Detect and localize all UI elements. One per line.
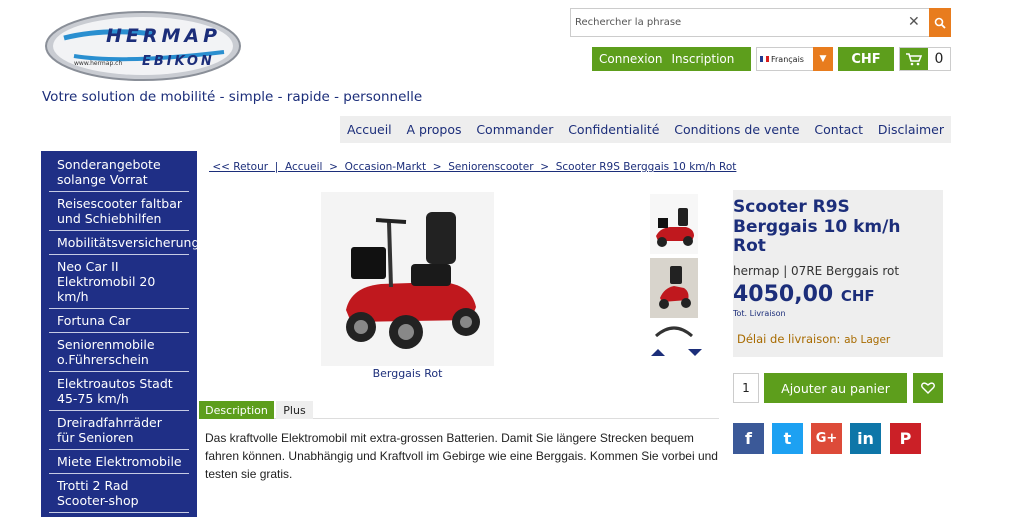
product-brand: hermap — [733, 264, 780, 278]
nav-about[interactable]: A propos — [406, 122, 461, 137]
sidebar-item[interactable]: Elektroautos Stadt 45-75 km/h — [49, 374, 189, 411]
sidebar-item[interactable]: Trotti 2 Rad Scooter-shop — [49, 476, 189, 513]
facebook-icon[interactable]: f — [733, 423, 764, 454]
cart-count: 0 — [934, 51, 944, 67]
product-description: Das kraftvolle Elektromobil mit extra-gr… — [205, 431, 718, 481]
nav-privacy[interactable]: Confidentialité — [568, 122, 659, 137]
search-input[interactable] — [571, 9, 901, 36]
image-caption: Berggais Rot — [372, 367, 443, 380]
add-to-cart-button[interactable]: Ajouter au panier — [764, 373, 907, 403]
twitter-icon[interactable]: t — [772, 423, 803, 454]
svg-text:www.hermap.ch: www.hermap.ch — [74, 60, 122, 67]
language-label: Français — [771, 54, 804, 64]
thumbnail-2[interactable] — [650, 258, 698, 318]
product-sku: 07RE Berggais rot — [791, 264, 900, 278]
chevron-down-icon[interactable]: ▼ — [813, 47, 833, 71]
wishlist-button[interactable] — [913, 373, 943, 403]
heart-icon — [921, 382, 935, 394]
register-link[interactable]: Inscription — [665, 52, 737, 66]
nav-contact[interactable]: Contact — [814, 122, 863, 137]
svg-text:EBIKON: EBIKON — [142, 54, 215, 69]
cart-button[interactable]: 0 — [899, 47, 951, 71]
nav-home[interactable]: Accueil — [347, 122, 392, 137]
search-icon — [934, 17, 946, 29]
thumbnail-3[interactable] — [650, 322, 698, 337]
sidebar-item[interactable]: Reisescooter faltbar und Schiebhilfen — [49, 194, 189, 231]
svg-text:HERMAP: HERMAP — [106, 25, 221, 47]
search-box: ✕ — [570, 8, 951, 37]
main-nav: Accueil A propos Commander Confidentiali… — [340, 116, 951, 143]
thumb-next-icon[interactable] — [688, 349, 702, 356]
clear-icon[interactable]: ✕ — [908, 14, 920, 30]
search-button[interactable] — [929, 8, 951, 37]
auth-bar: Connexion Inscription — [592, 47, 751, 71]
login-link[interactable]: Connexion — [592, 52, 665, 66]
sidebar-item[interactable]: Mobilitätsversicherung — [49, 233, 197, 255]
thumbnail-1[interactable] — [650, 194, 698, 254]
pinterest-icon[interactable]: P — [890, 423, 921, 454]
nav-order[interactable]: Commander — [476, 122, 553, 137]
thumb-prev-icon[interactable] — [651, 349, 665, 356]
product-panel: Scooter R9S Berggais 10 km/h Rot hermap … — [733, 190, 943, 357]
linkedin-icon[interactable]: in — [850, 423, 881, 454]
french-flag-icon — [760, 56, 769, 62]
hermap-logo[interactable]: HERMAP EBIKON www.hermap.ch — [44, 10, 242, 82]
tagline: Votre solution de mobilité - simple - ra… — [42, 89, 423, 105]
tax-note: Tot. Livraison — [733, 309, 786, 318]
sidebar-item[interactable]: Sonderangebote solange Vorrat — [49, 155, 189, 192]
cart-icon — [900, 48, 928, 70]
product-meta: hermap | 07RE Berggais rot — [733, 264, 900, 278]
nav-terms[interactable]: Conditions de vente — [674, 122, 799, 137]
currency-button[interactable]: CHF — [838, 47, 894, 71]
product-tabs: Description Plus — [199, 401, 719, 419]
category-sidebar: Sonderangebote solange Vorrat Reisescoote… — [41, 151, 197, 517]
sidebar-item[interactable]: Fortuna Car — [49, 311, 189, 333]
sidebar-item[interactable]: Neo Car II Elektromobil 20 km/h — [49, 257, 189, 309]
language-select[interactable]: Français ▼ — [756, 47, 833, 71]
product-image[interactable] — [321, 192, 494, 366]
product-price: 4050,00 CHF — [733, 282, 875, 307]
sidebar-item[interactable]: Dreiradfahrräder für Senioren — [49, 413, 189, 450]
product-title: Scooter R9S Berggais 10 km/h Rot — [733, 197, 901, 256]
tab-more[interactable]: Plus — [276, 401, 313, 419]
delivery-time: Délai de livraison: ab Lager — [737, 332, 891, 346]
sidebar-item[interactable]: Seniorenmobile o.Führerschein — [49, 335, 189, 372]
google-plus-icon[interactable]: G+ — [811, 423, 842, 454]
sidebar-item[interactable]: Miete Elektromobile — [49, 452, 189, 474]
nav-disclaimer[interactable]: Disclaimer — [878, 122, 944, 137]
tab-description[interactable]: Description — [199, 401, 274, 419]
quantity-input[interactable]: 1 — [733, 373, 759, 403]
breadcrumb[interactable]: << Retour | Accueil > Occasion-Markt > S… — [209, 161, 736, 173]
